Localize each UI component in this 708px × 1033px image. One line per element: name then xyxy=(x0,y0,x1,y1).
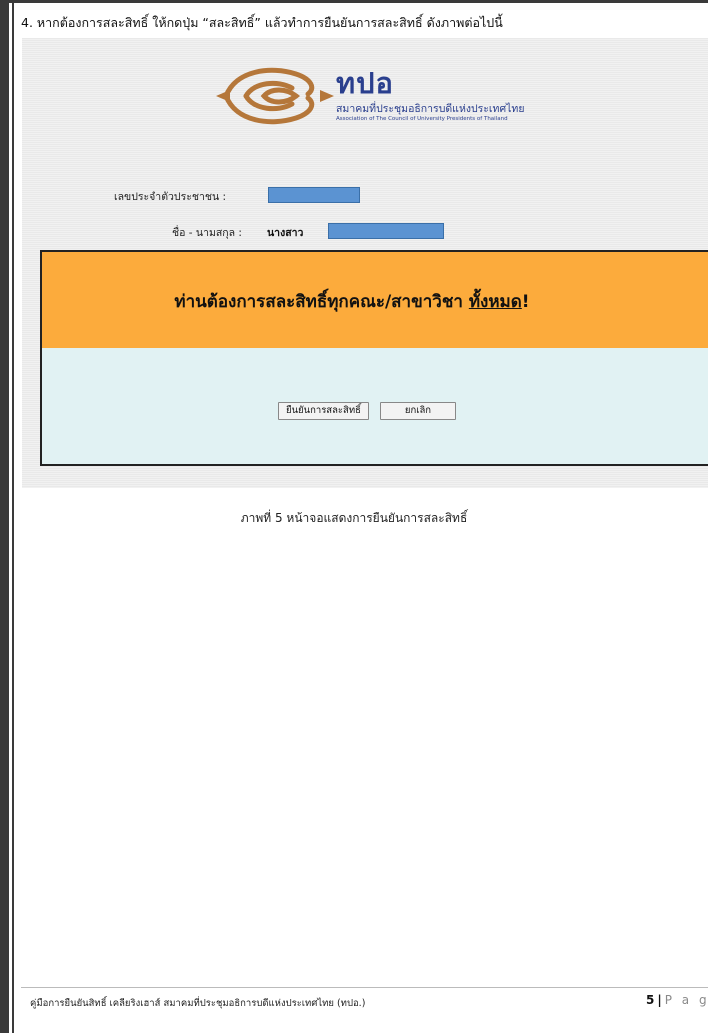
page-separator: | xyxy=(657,993,662,1007)
dialog-header: ท่านต้องการสละสิทธิ์ทุกคณะ/สาขาวิชา ทั้ง… xyxy=(42,252,708,348)
screenshot-confirm-waiver: ทปอ สมาคมที่ประชุมอธิการบดีแห่งประเทศไทย… xyxy=(22,38,708,488)
dialog-message-main: ท่านต้องการสละสิทธิ์ทุกคณะ/สาขาวิชา xyxy=(174,292,469,312)
cancel-button[interactable]: ยกเลิก xyxy=(380,402,456,420)
name-prefix: นางสาว xyxy=(267,227,304,239)
name-field-masked xyxy=(328,223,444,239)
id-field-masked xyxy=(268,187,360,203)
dialog-message: ท่านต้องการสละสิทธิ์ทุกคณะ/สาขาวิชา ทั้ง… xyxy=(42,288,662,315)
cupt-emblem-icon xyxy=(216,67,334,125)
page-word: P a g xyxy=(664,993,708,1007)
page-number: 5 xyxy=(646,993,655,1007)
page-frame-top xyxy=(0,0,708,3)
id-label: เลขประจำตัวประชาชน : xyxy=(114,191,227,203)
step-instruction: 4. หากต้องการสละสิทธิ์ ให้กดปุ่ม “สละสิท… xyxy=(21,15,503,30)
footer-document-title: คู่มือการยืนยันสิทธิ์ เคลียริงเฮาส์ สมาค… xyxy=(30,998,366,1009)
dialog-message-end: ! xyxy=(521,292,530,312)
footer-divider xyxy=(21,987,708,988)
confirm-waiver-button[interactable]: ยืนยันการสละสิทธิ์ xyxy=(278,402,369,420)
footer-page-label: 5 | P a g xyxy=(646,993,708,1007)
logo-name-th: สมาคมที่ประชุมอธิการบดีแห่งประเทศไทย xyxy=(336,103,525,115)
figure-caption: ภาพที่ 5 หน้าจอแสดงการยืนยันการสละสิทธิ์ xyxy=(240,511,468,525)
logo-name-en: Association of The Council of University… xyxy=(336,116,508,122)
name-label: ชื่อ - นามสกุล : xyxy=(172,227,242,239)
cupt-logo: ทปอ สมาคมที่ประชุมอธิการบดีแห่งประเทศไทย… xyxy=(216,60,546,130)
confirm-dialog: ท่านต้องการสละสิทธิ์ทุกคณะ/สาขาวิชา ทั้ง… xyxy=(40,250,708,466)
dialog-message-emphasis: ทั้งหมด xyxy=(468,292,522,312)
